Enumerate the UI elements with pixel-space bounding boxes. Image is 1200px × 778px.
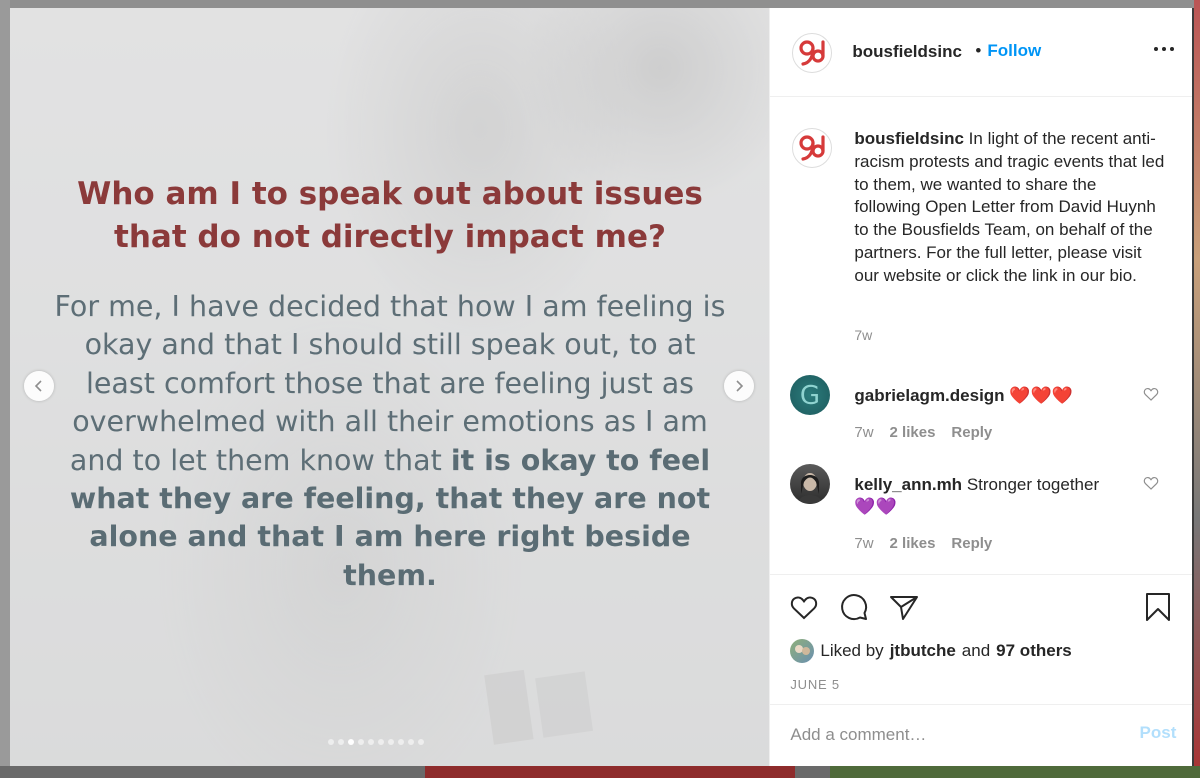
comment-username[interactable]: kelly_ann.mh [854,475,962,494]
chevron-left-icon [34,380,42,392]
carousel-dot [388,739,394,745]
slide-headline: Who am I to speak out about issues that … [77,176,703,255]
carousel-indicator [328,739,424,745]
follow-button[interactable]: Follow [987,41,1041,61]
liked-by: Liked by jtbutche and 97 others [790,639,1072,663]
post-side-panel: bousfieldsinc • Follow bousfieldsinc In … [769,8,1193,767]
background-strip-bottom [0,766,1200,778]
background-strip-top [0,0,1200,8]
background-thumbnail [830,766,1200,778]
carousel-dot [378,739,384,745]
carousel-dot [368,739,374,745]
avatar-photo-icon [795,645,811,655]
carousel-dot [408,739,414,745]
caption-text: In light of the recent anti-racism prote… [854,129,1165,285]
background-strip-left [0,0,10,778]
comment-text-row: kelly_ann.mh Stronger together 💜💜 [854,474,1114,518]
comment-time[interactable]: 7w [854,535,873,552]
share-icon[interactable] [888,591,920,623]
liked-others[interactable]: 97 others [996,641,1072,661]
caption-time[interactable]: 7w [854,327,872,343]
comment-avatar[interactable]: G [790,375,831,415]
header-username[interactable]: bousfieldsinc [852,42,962,62]
heart-icon[interactable] [788,591,820,623]
post-header: bousfieldsinc • Follow [770,8,1193,97]
comment-likes[interactable]: 2 likes [890,535,936,552]
post-caption: bousfieldsinc In light of the recent ant… [854,128,1164,288]
caption-avatar[interactable] [792,128,833,168]
avatar-g-icon: G [800,381,820,411]
bousfields-logo-icon [799,40,825,66]
comment-avatar[interactable] [790,464,831,504]
carousel-dot [348,739,354,745]
comment-meta: 7w 2 likes Reply [854,424,992,441]
post-comment-button[interactable]: Post [1140,723,1177,743]
carousel-dot [398,739,404,745]
carousel-dot [418,739,424,745]
header-separator: • [975,41,982,60]
reply-button[interactable]: Reply [951,535,992,552]
reply-button[interactable]: Reply [951,424,992,441]
background-thumbnail [425,766,795,778]
post-modal: Who am I to speak out about issues that … [10,8,1193,767]
chevron-right-icon [736,380,744,392]
liked-conjunction: and [961,641,991,660]
bousfields-logo-icon [799,135,825,161]
liked-prefix: Liked by [820,641,884,660]
comment-username[interactable]: gabrielagm.design [854,386,1004,405]
like-comment-heart-icon[interactable] [1142,474,1160,492]
liker-avatar[interactable] [790,639,815,663]
comment-text: ❤️❤️❤️ [1009,386,1073,405]
post-actions: Liked by jtbutche and 97 others JUNE 5 [770,574,1193,705]
avatar-photo-icon [798,473,823,504]
like-comment-heart-icon[interactable] [1142,385,1160,403]
background-strip-right [1194,0,1200,778]
account-avatar[interactable] [792,33,833,73]
comment-icon[interactable] [838,591,870,623]
comment-input[interactable] [788,719,1113,751]
carousel-dot [338,739,344,745]
bookmark-icon[interactable] [1142,591,1174,623]
add-comment-bar: Post [770,704,1193,767]
more-options-icon[interactable] [1152,42,1176,56]
caption-username[interactable]: bousfieldsinc [854,129,964,148]
post-date[interactable]: JUNE 5 [790,677,840,692]
liked-user[interactable]: jtbutche [890,641,956,661]
next-slide-button[interactable] [724,371,754,401]
comment-text-row: gabrielagm.design ❤️❤️❤️ [854,385,1114,407]
previous-slide-button[interactable] [24,371,54,401]
carousel-dot [328,739,334,745]
carousel-dot [358,739,364,745]
slide-body-text: For me, I have decided that how I am fee… [50,288,730,595]
svg-text:G: G [800,381,820,411]
comment-time[interactable]: 7w [854,424,873,441]
comment-meta: 7w 2 likes Reply [854,535,992,552]
comment-likes[interactable]: 2 likes [890,424,936,441]
post-media[interactable]: Who am I to speak out about issues that … [10,8,770,766]
